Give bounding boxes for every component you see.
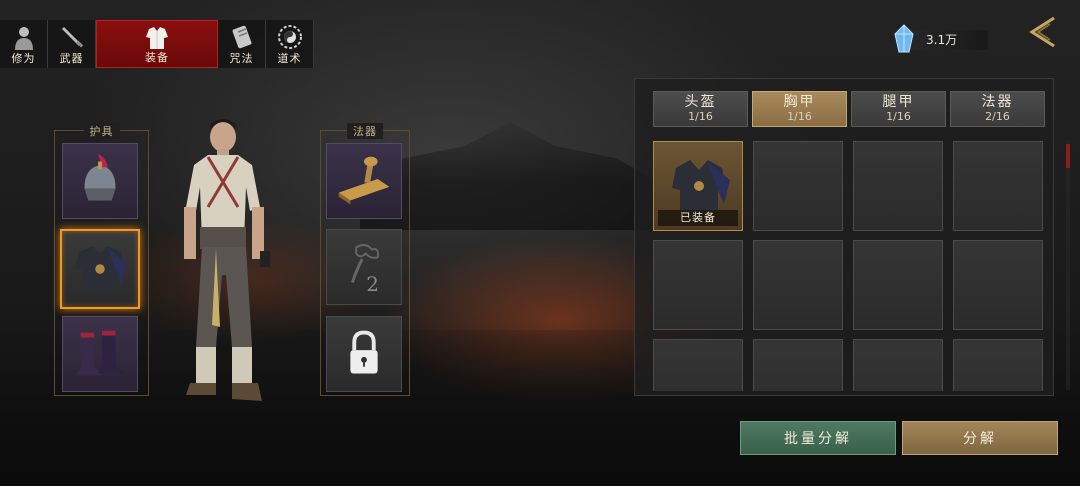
batch-decompose-button[interactable]: 批量分解: [740, 421, 896, 455]
tab-name: 头盔: [684, 94, 717, 110]
tab-leg-armor[interactable]: 腿甲 1/16: [851, 91, 946, 127]
inventory-cell[interactable]: [753, 240, 843, 330]
seal-stamp-icon: [338, 156, 390, 205]
inventory-grid: 已装备: [653, 141, 1043, 391]
weapon-icon: [61, 27, 83, 48]
tab-name: 法器: [981, 94, 1014, 110]
tab-count: 2/16: [985, 110, 1010, 123]
tab-label: 修为: [11, 52, 36, 65]
currency-value: 3.1万: [926, 32, 958, 47]
tab-count: 1/16: [787, 110, 812, 123]
chest-armor-icon: [75, 246, 127, 292]
boots-icon: [76, 330, 126, 376]
cultivation-icon: [14, 27, 33, 50]
scroll-thumb[interactable]: [1066, 144, 1070, 168]
tab-weapon[interactable]: 武器: [48, 20, 96, 68]
back-arrow-icon[interactable]: [1024, 14, 1060, 50]
artifact-slot-2[interactable]: 2: [326, 229, 402, 305]
helmet-icon: [84, 153, 116, 201]
category-tabs: 头盔 1/16 胸甲 1/16 腿甲 1/16 法器 2/16: [653, 91, 1045, 127]
decompose-button[interactable]: 分解: [902, 421, 1058, 455]
tab-chest-armor[interactable]: 胸甲 1/16: [752, 91, 847, 127]
inventory-cell[interactable]: [953, 339, 1043, 391]
equip-slot-chest[interactable]: [60, 229, 140, 309]
character-model: [184, 119, 270, 401]
inventory-panel: 头盔 1/16 胸甲 1/16 腿甲 1/16 法器 2/16 已装备: [634, 78, 1054, 396]
tab-equipment[interactable]: 装备: [96, 20, 218, 68]
inventory-cell[interactable]: [753, 339, 843, 391]
cloud-icon: [350, 244, 379, 284]
artifact-slot-stamp[interactable]: [326, 143, 402, 219]
tab-label: 道术: [277, 52, 302, 65]
equip-slot-boots[interactable]: [62, 316, 138, 392]
tab-cultivation[interactable]: 修为: [0, 20, 48, 68]
top-nav: 修为 武器 装备 咒法 道术: [0, 20, 314, 68]
inventory-cell[interactable]: [653, 339, 743, 391]
inventory-cell[interactable]: [953, 240, 1043, 330]
inventory-cell[interactable]: [853, 339, 943, 391]
inventory-cell[interactable]: [853, 141, 943, 231]
lock-icon: [350, 330, 378, 374]
tab-label: 武器: [59, 52, 84, 65]
equip-slot-helmet[interactable]: [62, 143, 138, 219]
artifact-frame-title: 法器: [347, 123, 383, 139]
tab-count: 1/16: [886, 110, 911, 123]
artifact-slot-locked[interactable]: [326, 316, 402, 392]
tab-spells[interactable]: 咒法: [218, 20, 266, 68]
spell-scroll-icon: [232, 25, 251, 49]
taiji-icon: [277, 25, 302, 49]
inventory-cell[interactable]: [653, 240, 743, 330]
equipped-tag: 已装备: [658, 210, 738, 226]
tab-helmet[interactable]: 头盔 1/16: [653, 91, 748, 127]
tab-count: 1/16: [688, 110, 713, 123]
tab-label: 装备: [145, 51, 169, 64]
crystal-icon: [894, 24, 914, 53]
slot-number: 2: [366, 272, 379, 296]
tab-name: 胸甲: [783, 94, 816, 110]
inventory-cell[interactable]: [853, 240, 943, 330]
inventory-cell[interactable]: [953, 141, 1043, 231]
armor-frame-title: 护具: [83, 123, 120, 139]
armor-icon: [146, 27, 168, 49]
tab-taoism[interactable]: 道术: [266, 20, 314, 68]
currency-display: 3.1万: [892, 24, 988, 53]
tab-artifact[interactable]: 法器 2/16: [950, 91, 1045, 127]
inventory-scrollbar[interactable]: [1066, 140, 1070, 390]
tab-label: 咒法: [229, 52, 254, 65]
tab-name: 腿甲: [882, 94, 915, 110]
inventory-cell[interactable]: [753, 141, 843, 231]
inventory-cell[interactable]: 已装备: [653, 141, 743, 231]
